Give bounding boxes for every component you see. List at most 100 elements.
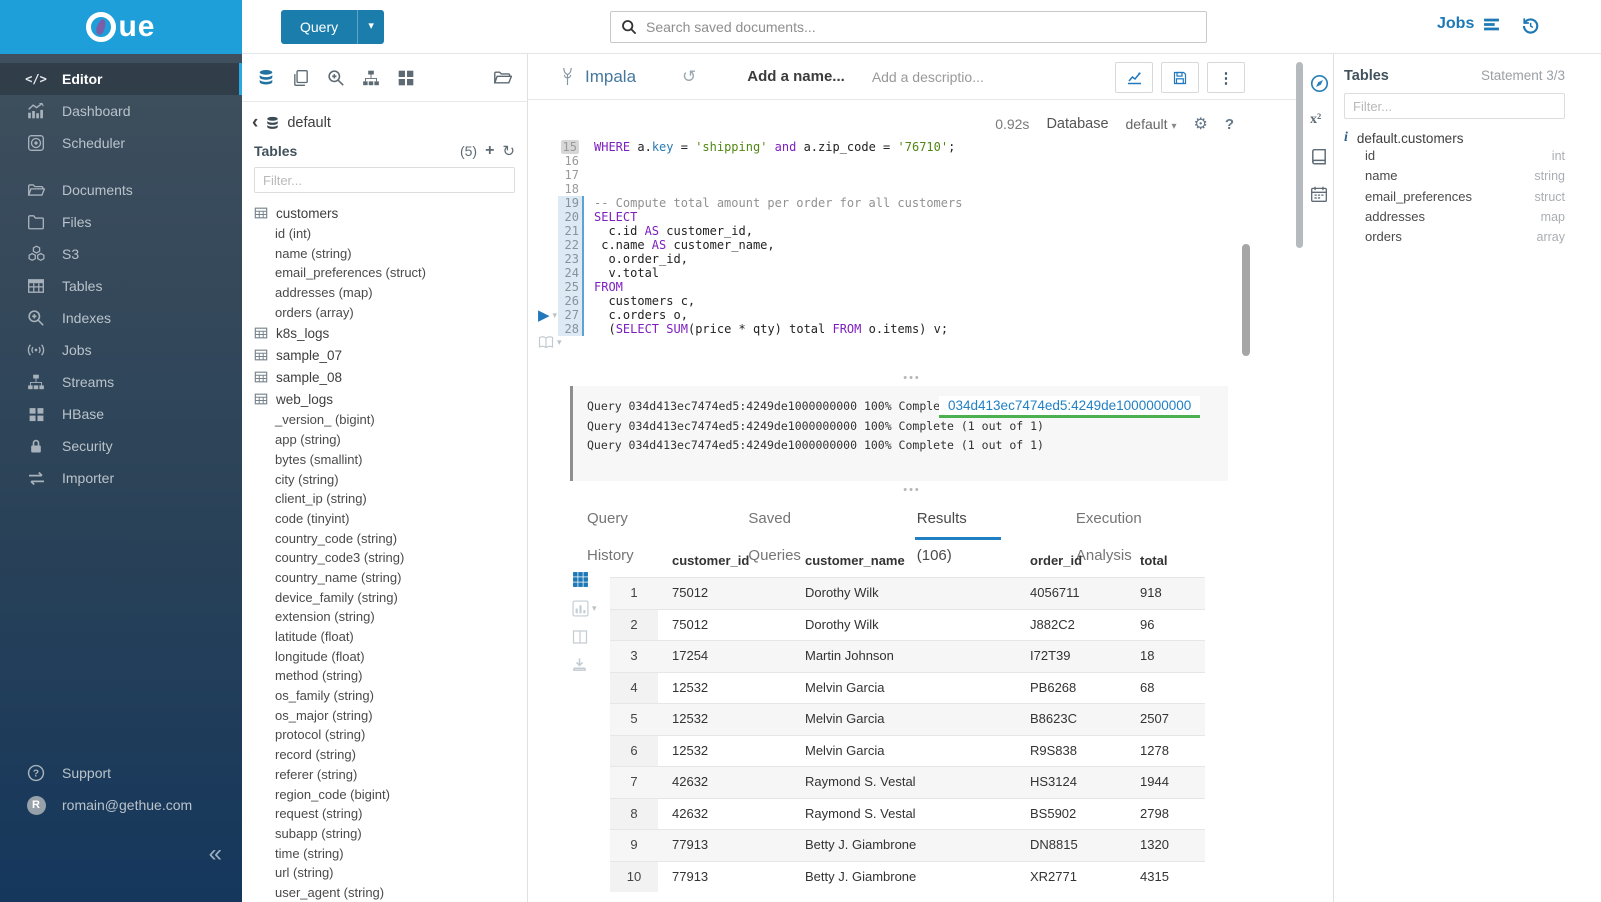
sidebar-item-jobs[interactable]: Jobs <box>0 334 242 366</box>
info-icon[interactable]: i <box>1344 130 1348 146</box>
columns-view-icon[interactable] <box>572 629 588 645</box>
execute-button[interactable]: ▶ ▾ <box>538 306 557 324</box>
column-item[interactable]: code (tinyint) <box>254 509 527 529</box>
job-id-badge[interactable]: 034d413ec7474ed5:4249de1000000000 <box>939 396 1200 418</box>
engine-name[interactable]: Impala <box>585 67 636 87</box>
search-plus-icon[interactable] <box>327 69 345 87</box>
query-description-field[interactable]: Add a descriptio... <box>872 69 984 85</box>
grid-view-icon[interactable] <box>572 571 589 588</box>
column-item[interactable]: addresses (map) <box>254 283 527 303</box>
hue-logo[interactable]: ue <box>0 0 242 54</box>
snippet-history-icon[interactable]: ↺ <box>682 67 696 87</box>
column-item[interactable]: client_ip (string) <box>254 489 527 509</box>
column-item[interactable]: user_agent (string) <box>254 883 527 902</box>
database-dropdown[interactable]: default ▾ <box>1126 116 1177 132</box>
query-button-label[interactable]: Query <box>281 10 357 44</box>
tab-query-history[interactable]: Query History <box>585 500 673 540</box>
sidebar-item-files[interactable]: Files <box>0 206 242 238</box>
column-item[interactable]: os_major (string) <box>254 706 527 726</box>
download-icon[interactable] <box>572 657 587 672</box>
query-name-field[interactable]: Add a name... <box>747 68 845 85</box>
right-filter-input[interactable] <box>1344 93 1565 119</box>
collapse-sidebar-icon[interactable]: « <box>209 840 222 868</box>
column-header-customer_id[interactable]: customer_id <box>658 553 791 568</box>
more-actions-button[interactable]: ⋮ <box>1207 62 1245 93</box>
refresh-icon[interactable]: ↻ <box>502 142 515 160</box>
language-reference-icon[interactable] <box>1310 148 1328 166</box>
sidebar-item-user[interactable]: R romain@gethue.com <box>0 789 242 821</box>
sidebar-item-dashboard[interactable]: Dashboard <box>0 95 242 127</box>
column-item[interactable]: record (string) <box>254 745 527 765</box>
help-icon[interactable]: ? <box>1225 116 1234 133</box>
back-chevron-icon[interactable]: ‹ <box>252 116 258 130</box>
column-item[interactable]: referer (string) <box>254 765 527 785</box>
current-database[interactable]: default <box>287 115 331 131</box>
column-item[interactable]: extension (string) <box>254 607 527 627</box>
right-filter[interactable] <box>1344 93 1565 119</box>
column-item[interactable]: bytes (smallint) <box>254 450 527 470</box>
column-name[interactable]: id <box>1365 146 1375 166</box>
column-item[interactable]: email_preferences (struct) <box>254 263 527 283</box>
save-button[interactable] <box>1161 62 1199 93</box>
resize-handle[interactable]: ••• <box>528 374 1296 382</box>
tab-saved-queries[interactable]: Saved Queries <box>746 500 841 540</box>
sitemap-icon[interactable] <box>362 69 380 87</box>
sidebar-item-s3[interactable]: S3 <box>0 238 242 270</box>
column-item[interactable]: protocol (string) <box>254 725 527 745</box>
chevron-down-icon[interactable]: ▾ <box>357 10 384 44</box>
sidebar-item-streams[interactable]: Streams <box>0 366 242 398</box>
calendar-icon[interactable] <box>1310 185 1328 203</box>
active-table-name[interactable]: default.customers <box>1357 131 1464 146</box>
query-history-icon[interactable] <box>1520 16 1540 36</box>
column-item[interactable]: app (string) <box>254 430 527 450</box>
sidebar-item-hbase[interactable]: HBase <box>0 398 242 430</box>
column-item[interactable]: country_code3 (string) <box>254 548 527 568</box>
sidebar-item-support[interactable]: ? Support <box>0 757 242 789</box>
settings-gear-icon[interactable]: ⚙ <box>1193 114 1207 134</box>
plus-icon[interactable]: + <box>485 142 494 160</box>
column-header-order_id[interactable]: order_id <box>1016 553 1126 568</box>
column-name[interactable]: email_preferences <box>1365 187 1472 207</box>
table-item-customers[interactable]: customers <box>254 202 527 224</box>
column-item[interactable]: city (string) <box>254 470 527 490</box>
tables-filter-input[interactable] <box>254 167 515 193</box>
superscript-icon[interactable]: x² <box>1310 112 1321 128</box>
sidebar-item-scheduler[interactable]: Scheduler <box>0 127 242 159</box>
column-name[interactable]: orders <box>1365 227 1402 247</box>
jobs-link[interactable]: Jobs <box>1437 15 1500 33</box>
sidebar-item-tables[interactable]: Tables <box>0 270 242 302</box>
column-item[interactable]: request (string) <box>254 804 527 824</box>
column-item[interactable]: id (int) <box>254 224 527 244</box>
sidebar-item-documents[interactable]: Documents <box>0 174 242 206</box>
chart-button[interactable] <box>1115 62 1153 93</box>
tab-results-106-[interactable]: Results (106) <box>915 500 1001 540</box>
column-item[interactable]: country_name (string) <box>254 568 527 588</box>
sidebar-item-editor[interactable]: </>Editor <box>0 63 242 95</box>
column-item[interactable]: subapp (string) <box>254 824 527 844</box>
column-item[interactable]: longitude (float) <box>254 647 527 667</box>
sql-editor[interactable]: 15WHERE a.key = 'shipping' and a.zip_cod… <box>558 140 1234 336</box>
column-item[interactable]: region_code (bigint) <box>254 785 527 805</box>
documents-copy-icon[interactable] <box>292 69 310 87</box>
column-item[interactable]: device_family (string) <box>254 588 527 608</box>
column-name[interactable]: addresses <box>1365 207 1425 227</box>
sidebar-item-importer[interactable]: Importer <box>0 462 242 494</box>
column-header-customer_name[interactable]: customer_name <box>791 553 1016 568</box>
table-item-sample_07[interactable]: sample_07 <box>254 344 527 366</box>
column-item[interactable]: _version_ (bigint) <box>254 410 527 430</box>
query-button[interactable]: Query ▾ <box>281 10 384 44</box>
main-scrollbar[interactable] <box>1296 62 1303 248</box>
search-input[interactable] <box>646 19 1196 35</box>
table-item-web_logs[interactable]: web_logs <box>254 388 527 410</box>
column-header-total[interactable]: total <box>1126 553 1205 568</box>
column-item[interactable]: time (string) <box>254 844 527 864</box>
compass-icon[interactable] <box>1310 74 1329 93</box>
resize-handle[interactable]: ••• <box>528 486 1296 494</box>
column-item[interactable]: orders (array) <box>254 303 527 323</box>
column-item[interactable]: url (string) <box>254 863 527 883</box>
column-item[interactable]: latitude (float) <box>254 627 527 647</box>
chart-view-icon[interactable]: ▾ <box>572 600 597 617</box>
sidebar-item-security[interactable]: Security <box>0 430 242 462</box>
sidebar-item-indexes[interactable]: Indexes <box>0 302 242 334</box>
editor-scrollbar[interactable] <box>1242 244 1250 356</box>
